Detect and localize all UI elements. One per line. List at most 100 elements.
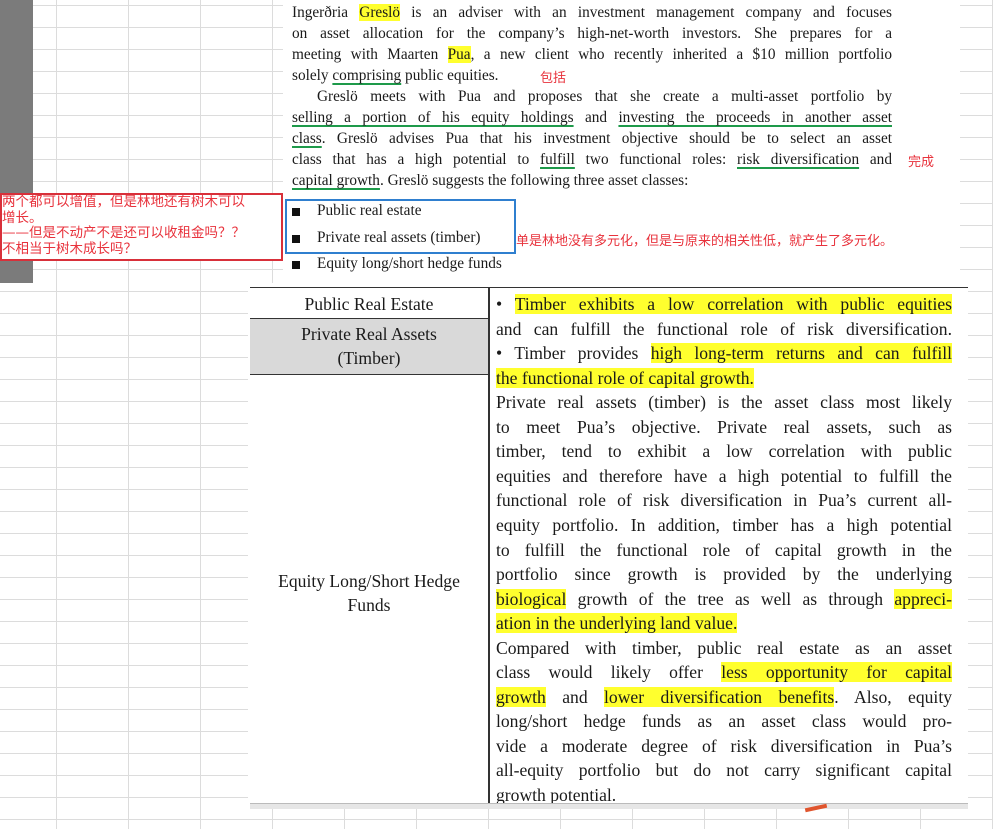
text-span: growth potential. bbox=[496, 785, 617, 805]
text-line: meeting with Maarten Pua, a new client w… bbox=[292, 45, 892, 66]
comment-line: ——但是不动产不是还可以收租金吗？？ bbox=[2, 225, 245, 241]
bullet-icon bbox=[292, 235, 300, 243]
text-line: biological growth of the tree as well as… bbox=[496, 587, 952, 612]
text-span: and bbox=[573, 109, 619, 126]
text-span: to meet Pua’s objective. Private real as… bbox=[496, 416, 952, 437]
cell-equity-hedge-funds-2: Funds bbox=[347, 595, 391, 615]
highlighted-text: less opportunity for capital bbox=[721, 662, 952, 683]
text-line: to fulfill the functional role of capita… bbox=[496, 538, 952, 563]
underlined-text: comprising bbox=[332, 67, 402, 84]
text-span: vide a moderate degree of risk diversifi… bbox=[496, 735, 952, 756]
highlighted-text: Greslö bbox=[359, 4, 401, 21]
text-line: • Timber provides high long-term returns… bbox=[496, 341, 952, 366]
text-line: Private real assets (timber) is the asse… bbox=[496, 390, 952, 415]
text-line: equity portfolio. In addition, timber ha… bbox=[496, 513, 952, 538]
highlighted-text: high long-term returns and can fulfill bbox=[650, 343, 952, 364]
text-line: on asset allocation for the company’s hi… bbox=[292, 24, 892, 45]
comment-box: 两个都可以增值，但是林地还有树木可以 增长。 ——但是不动产不是还可以收租金吗？… bbox=[0, 193, 283, 261]
text-line: class that has a high potential to fulfi… bbox=[292, 150, 892, 171]
text-span: all-equity portfolio but do not carry si… bbox=[496, 760, 952, 781]
text-span: equities and therefore have a high poten… bbox=[496, 465, 952, 486]
cell-equity-hedge-funds: Equity Long/Short Hedge bbox=[278, 571, 460, 591]
text-span: . Greslö advises Pua that his investment… bbox=[321, 130, 892, 147]
answer-table-image: Public Real Estate Private Real Assets (… bbox=[248, 283, 968, 805]
text-span: to fulfill the functional role of capita… bbox=[496, 539, 952, 560]
text-line: capital growth. Greslö suggests the foll… bbox=[292, 171, 688, 191]
highlighted-text: appreci- bbox=[894, 588, 952, 609]
highlighted-text: the functional role of capital growth. bbox=[496, 367, 754, 388]
cell-label: Private Real Assets bbox=[301, 324, 437, 344]
text-span: timber, tend to exhibit a low correlatio… bbox=[496, 441, 952, 462]
cell-private-real-assets: Private Real Assets (Timber) bbox=[250, 319, 488, 374]
underlined-text: selling a portion of his equity holdings bbox=[292, 109, 574, 126]
highlighted-text: ation in the underlying land value. bbox=[496, 613, 738, 634]
text-span: class would likely offer bbox=[496, 662, 722, 683]
text-span: and can fulfill the functional role of r… bbox=[496, 318, 952, 339]
text-span: and bbox=[545, 686, 605, 707]
text-line: and can fulfill the functional role of r… bbox=[496, 317, 952, 342]
text-span: functional role of risk diversification … bbox=[496, 490, 952, 511]
text-span: . Also, equity bbox=[834, 686, 952, 707]
text-line: portfolio since growth is provided by th… bbox=[496, 562, 952, 587]
text-line: Compared with timber, public real estate… bbox=[496, 636, 952, 661]
horizontal-scrollbar[interactable] bbox=[250, 803, 968, 809]
text-span: . Greslö suggests the following three as… bbox=[379, 172, 689, 189]
text-span: equity portfolio. In addition, timber ha… bbox=[496, 514, 952, 535]
note-comprising: 包括 bbox=[540, 71, 567, 86]
bullet-item: Public real estate bbox=[317, 202, 422, 219]
text-span: Ingerðria bbox=[292, 4, 360, 21]
row-divider bbox=[250, 374, 488, 375]
highlighted-text: Pua bbox=[447, 46, 471, 63]
bullet-item: Private real assets (timber) bbox=[317, 229, 481, 246]
text-span: portfolio since growth is provided by th… bbox=[496, 564, 952, 585]
text-line: long/short hedge funds as an asset class… bbox=[496, 709, 952, 734]
bullet-icon bbox=[292, 261, 300, 269]
table-top-border bbox=[250, 287, 968, 288]
note-timber: 单是林地没有多元化，但是与原来的相关性低，就产生了多元化。 bbox=[516, 234, 894, 249]
comment-line: 两个都可以增值，但是林地还有树木可以 bbox=[2, 194, 245, 210]
text-span: Compared with timber, public real estate… bbox=[496, 637, 952, 658]
text-line: solely comprising public equities. bbox=[292, 66, 499, 86]
text-line: the functional role of capital growth. bbox=[496, 366, 754, 390]
text-line: class. Greslö advises Pua that his inves… bbox=[292, 129, 892, 150]
text-line: growth and lower diversification benefit… bbox=[496, 685, 952, 710]
text-span: growth of the tree as well as through bbox=[566, 588, 895, 609]
bullet-icon bbox=[292, 208, 300, 216]
underlined-text: fulfill bbox=[540, 151, 575, 168]
text-span: meeting with Maarten bbox=[292, 46, 448, 63]
text-span: • Timber provides bbox=[496, 343, 651, 364]
text-span: Private real assets (timber) is the asse… bbox=[496, 392, 952, 413]
note-fulfill: 完成 bbox=[908, 155, 935, 170]
underlined-text: capital growth bbox=[292, 172, 380, 189]
table-column-divider bbox=[488, 287, 490, 805]
text-line: class would likely offer less opportunit… bbox=[496, 660, 952, 685]
text-line: Greslö meets with Pua and proposes that … bbox=[317, 87, 892, 108]
text-line: vide a moderate degree of risk diversifi… bbox=[496, 734, 952, 759]
text-line: selling a portion of his equity holdings… bbox=[292, 108, 892, 129]
underlined-text: risk diversification bbox=[737, 151, 860, 168]
text-line: Ingerðria Greslö is an adviser with an i… bbox=[292, 3, 892, 24]
highlighted-text: Timber exhibits a low correlation with p… bbox=[514, 294, 952, 314]
text-line: ation in the underlying land value. bbox=[496, 611, 738, 635]
text-span: solely bbox=[292, 67, 333, 84]
highlighted-text: lower diversification benefits bbox=[604, 686, 835, 707]
text-span: and bbox=[859, 151, 892, 168]
highlighted-text: growth bbox=[496, 686, 546, 707]
cell-public-real-estate: Public Real Estate bbox=[304, 294, 434, 314]
text-span: long/short hedge funds as an asset class… bbox=[496, 711, 952, 732]
text-span: public equities. bbox=[401, 67, 499, 84]
text-line: all-equity portfolio but do not carry si… bbox=[496, 758, 952, 783]
text-span: on asset allocation for the company’s hi… bbox=[292, 25, 892, 42]
text-span: Greslö meets with Pua and proposes that … bbox=[317, 88, 892, 105]
text-line: • Timber exhibits a low correlation with… bbox=[496, 292, 952, 317]
underlined-text: investing the proceeds in another asset bbox=[618, 109, 892, 126]
text-span: , a new client who recently inherited a … bbox=[470, 46, 892, 63]
underlined-text: class bbox=[292, 130, 322, 147]
comment-line: 增长。 bbox=[2, 209, 43, 226]
bullet-item: Equity long/short hedge funds bbox=[317, 255, 502, 272]
comment-line: 不相当于树木成长吗？ bbox=[2, 240, 137, 257]
text-span: is an adviser with an investment managem… bbox=[400, 4, 892, 21]
text-span: class that has a high potential to bbox=[292, 151, 541, 168]
text-span: • bbox=[496, 294, 515, 314]
text-line: equities and therefore have a high poten… bbox=[496, 464, 952, 489]
